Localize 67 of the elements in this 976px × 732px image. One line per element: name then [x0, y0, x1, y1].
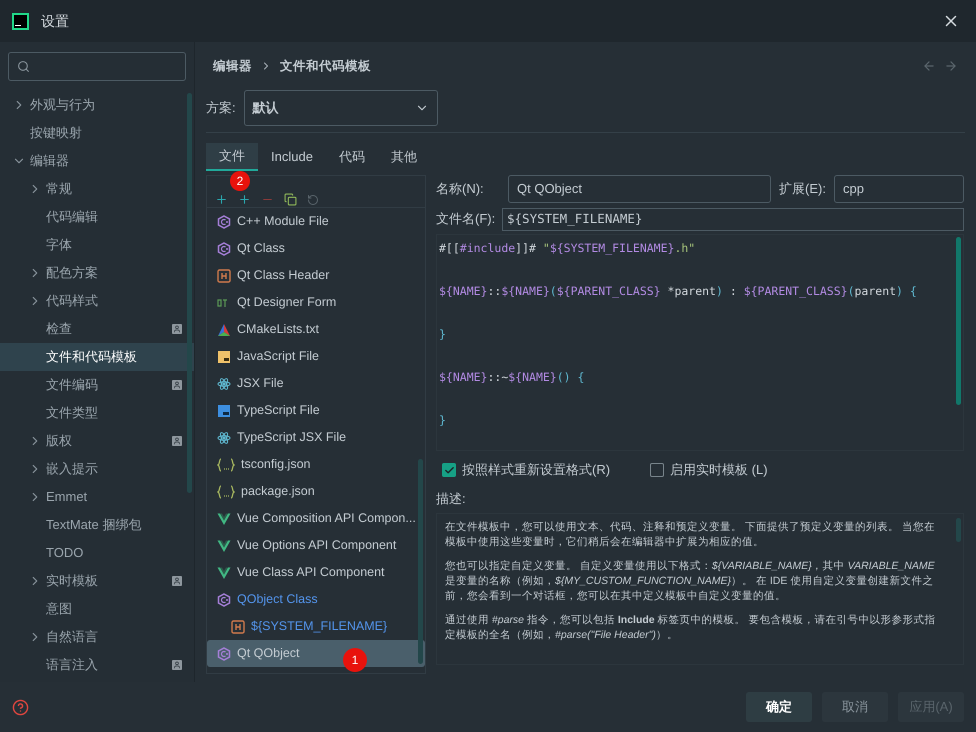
template-item[interactable]: Qt Designer Form: [207, 289, 425, 316]
checkbox-label: 按照样式重新设置格式(R): [462, 461, 610, 480]
filename-label: 文件名(F):: [436, 210, 496, 228]
template-item[interactable]: ${SYSTEM_FILENAME}: [207, 613, 425, 640]
filename-field[interactable]: ${SYSTEM_FILENAME}: [502, 208, 964, 230]
template-item[interactable]: TypeScript JSX File: [207, 424, 425, 451]
template-item[interactable]: TypeScript File: [207, 397, 425, 424]
extension-field[interactable]: cpp: [834, 175, 964, 203]
tree-item[interactable]: 实时模板: [0, 567, 194, 595]
template-item[interactable]: QObject Class: [207, 586, 425, 613]
tree-item[interactable]: 版权: [0, 427, 194, 455]
tree-item[interactable]: 自然语言: [0, 623, 194, 651]
scheme-label: 方案:: [206, 99, 236, 118]
code-line: ${NAME}::~${NAME}() {: [439, 369, 584, 386]
tree-item[interactable]: 语言注入: [0, 651, 194, 679]
name-field[interactable]: Qt QObject: [508, 175, 772, 203]
tree-item[interactable]: 意图: [0, 595, 194, 623]
code-line: }: [439, 412, 446, 429]
template-item[interactable]: package.json: [207, 478, 425, 505]
description-paragraph: 在文件模板中，您可以使用文本、代码、注释和预定义变量。 下面提供了预定义变量的列表。 当您在模板中使用这些变量时，它们稍后会在编辑器中扩展为相应的值。: [445, 520, 936, 550]
checkbox-label: 启用实时模板 (L): [670, 461, 768, 480]
tree-item[interactable]: 检查: [0, 315, 194, 343]
tree-item[interactable]: 配色方案: [0, 259, 194, 287]
dialog-button[interactable]: 取消: [822, 692, 888, 722]
breadcrumb-item[interactable]: 文件和代码模板: [280, 56, 371, 76]
code-editor[interactable]: #[[#include]]# "${SYSTEM_FILENAME}.h" ${NAME}::${NAME}(${PARENT_CLASS} *parent) : ${PARENT_CLASS}(parent) { } ${NAME}::~${NAME}() { }: [436, 234, 964, 451]
window-title: 设置: [41, 12, 70, 30]
tree-item[interactable]: 按键映射: [0, 119, 194, 147]
tree-item[interactable]: 代码编辑: [0, 203, 194, 231]
tree-item[interactable]: 嵌入提示: [0, 455, 194, 483]
tab[interactable]: Include: [258, 143, 326, 171]
extension-label: 扩展(E):: [779, 180, 826, 198]
tree-item[interactable]: TODO: [0, 539, 194, 567]
code-line: ${NAME}::${NAME}(${PARENT_CLASS} *parent) : ${PARENT_CLASS}(parent) {: [439, 283, 917, 300]
description-paragraph: 通过使用 #parse 指令，您可以包括 Include 标签页中的模板。 要包含模板，请在引号中以形参形式指定模板的全名（例如，#parse("File Header")）。: [445, 612, 936, 642]
tree-item[interactable]: TextMate 捆绑包: [0, 511, 194, 539]
tab[interactable]: 其他: [378, 143, 430, 171]
tree-item[interactable]: 代码样式: [0, 287, 194, 315]
name-label: 名称(N):: [436, 180, 485, 198]
tab[interactable]: 文件: [206, 143, 258, 171]
tree-item[interactable]: 字体: [0, 231, 194, 259]
code-line: #[[#include]]# "${SYSTEM_FILENAME}.h": [439, 240, 696, 257]
description-paragraph: 您也可以指定自定义变量。 自定义变量使用以下格式：${VARIABLE_NAME}，其中 VARIABLE_NAME 是变量的名称（例如，${MY_CUSTOM_FUNCTION_NAME}）。 在 IDE 使用自定义变量创建新文件之前，您会看到一个对话框，您可以在其中定义模板中自定义变量的值。: [445, 558, 936, 604]
template-item[interactable]: CMakeLists.txt: [207, 316, 425, 343]
dialog-button[interactable]: 确定: [746, 692, 812, 722]
breadcrumb-item[interactable]: 编辑器: [213, 56, 252, 76]
tree-item[interactable]: 文件类型: [0, 399, 194, 427]
template-item[interactable]: Vue Class API Component: [207, 559, 425, 586]
template-item[interactable]: Qt Class: [207, 235, 425, 262]
template-item[interactable]: Vue Options API Component: [207, 532, 425, 559]
tree-item[interactable]: 文件和代码模板: [0, 343, 194, 371]
template-item[interactable]: JSX File: [207, 370, 425, 397]
tree-item[interactable]: 常规: [0, 175, 194, 203]
template-item[interactable]: C++ Module File: [207, 208, 425, 235]
code-line: }: [439, 326, 446, 343]
template-item[interactable]: tsconfig.json: [207, 451, 425, 478]
description-label: 描述:: [436, 490, 466, 508]
scheme-dropdown[interactable]: 默认: [244, 90, 438, 126]
tree-item[interactable]: 编辑器: [0, 147, 194, 175]
tree-item[interactable]: Emmet: [0, 483, 194, 511]
template-item[interactable]: Vue Composition API Compon...: [207, 505, 425, 532]
tab[interactable]: 代码: [326, 143, 378, 171]
tree-item[interactable]: 文件编码: [0, 371, 194, 399]
template-item[interactable]: Qt Class Header: [207, 262, 425, 289]
tree-item[interactable]: 外观与行为: [0, 91, 194, 119]
template-item[interactable]: JavaScript File: [207, 343, 425, 370]
annotation-badge: 2: [230, 171, 250, 191]
